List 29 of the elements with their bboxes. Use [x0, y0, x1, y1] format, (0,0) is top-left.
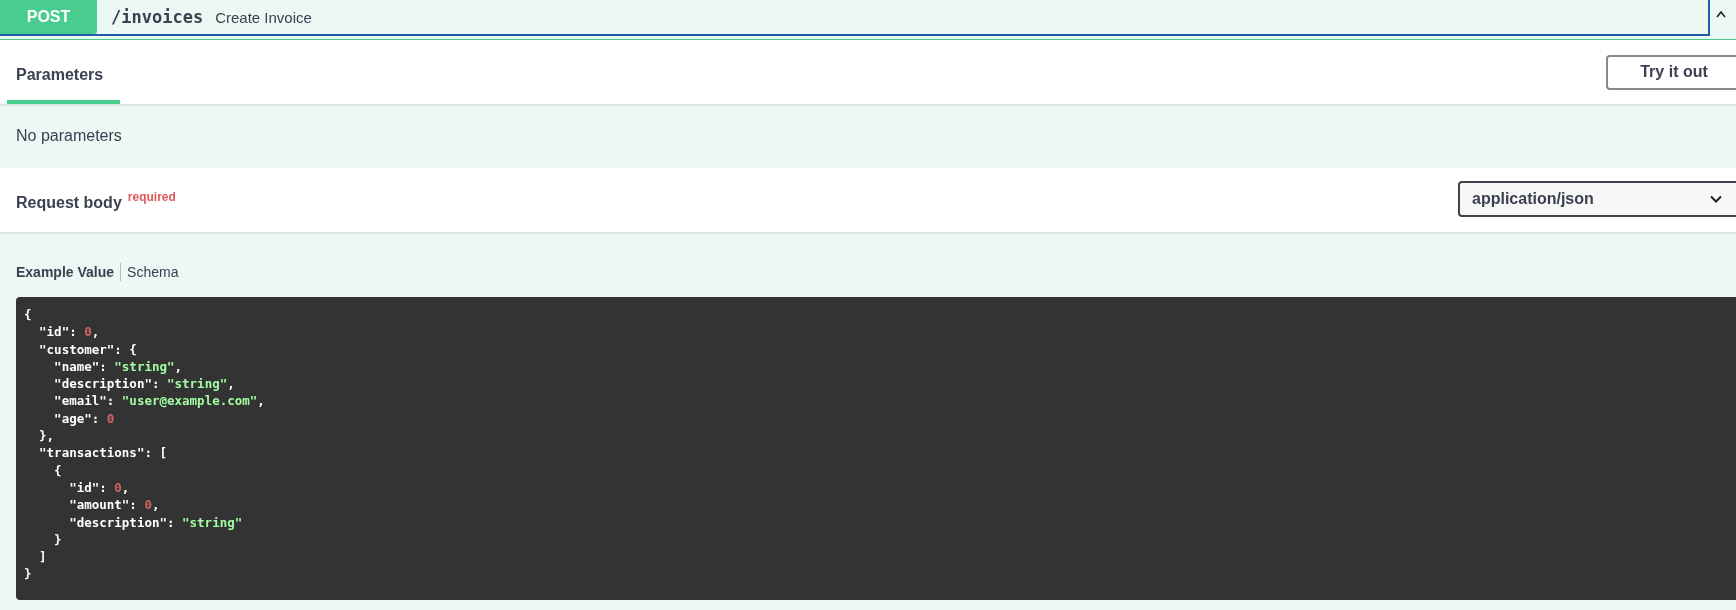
- code-line: },: [38, 427, 55, 445]
- code-line: "transactions": [: [38, 444, 167, 462]
- code-line: "amount": 0,: [68, 496, 160, 514]
- code-line: "name": "string",: [53, 357, 183, 376]
- no-parameters-text: No parameters: [16, 127, 122, 145]
- code-line: {: [53, 461, 62, 479]
- try-it-out-button[interactable]: Try it out: [1606, 54, 1736, 90]
- endpoint-path: /invoices: [111, 7, 204, 27]
- code-line: "customer": {: [38, 340, 137, 358]
- chevron-down-icon: [1710, 195, 1722, 203]
- code-line: }: [53, 530, 62, 549]
- code-line: "email": "user@example.com",: [53, 392, 265, 410]
- request-body-title: Request body: [16, 194, 122, 212]
- code-line: {: [24, 306, 32, 324]
- example-tab[interactable]: Schema: [127, 264, 179, 280]
- code-line: "id": 0,: [38, 323, 100, 341]
- code-line: ]: [38, 548, 47, 566]
- chevron-up-icon[interactable]: [1716, 10, 1726, 18]
- required-label: required: [127, 190, 176, 204]
- endpoint-summary: Create Invoice: [215, 8, 312, 26]
- parameters-tab[interactable]: Parameters: [7, 40, 120, 104]
- code-line: "id": 0,: [68, 478, 130, 497]
- content-type-select[interactable]: application/json: [1458, 181, 1736, 217]
- code-line: "description": "string",: [53, 375, 235, 393]
- code-line: "age": 0: [53, 409, 115, 428]
- method-badge: POST: [0, 0, 97, 34]
- code-line: }: [24, 565, 32, 583]
- example-tab[interactable]: Example Value: [16, 264, 115, 280]
- code-line: "description": "string": [68, 513, 243, 531]
